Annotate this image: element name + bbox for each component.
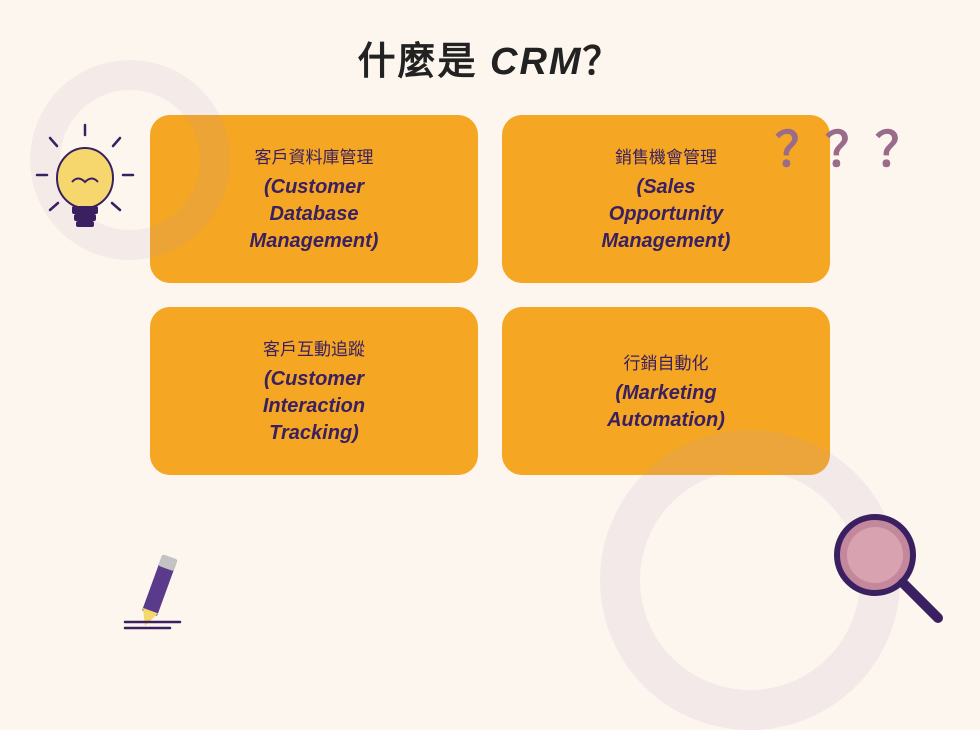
card-db-management-chinese: 客戶資料庫管理	[255, 143, 374, 168]
question-marks-decoration: ？？？	[775, 110, 925, 180]
title-crm: CRM	[490, 41, 583, 83]
card-sales-opportunity-english: (SalesOpportunityManagement)	[602, 174, 731, 255]
card-sales-opportunity-chinese: 銷售機會管理	[615, 143, 717, 168]
title-suffix: ？	[583, 41, 623, 83]
title-prefix: 什麼是	[357, 41, 490, 83]
lightbulb-icon	[30, 120, 140, 250]
card-interaction-tracking-chinese: 客戶互動追蹤	[263, 335, 365, 360]
pencil-icon	[120, 550, 200, 630]
card-interaction-tracking-english: (CustomerInteractionTracking)	[263, 366, 365, 447]
card-marketing-automation-english: (MarketingAutomation)	[607, 380, 725, 434]
cards-grid: 客戶資料庫管理 (CustomerDatabaseManagement) 銷售機…	[150, 115, 830, 475]
card-db-management-english: (CustomerDatabaseManagement)	[250, 174, 379, 255]
magnifier-icon	[820, 500, 950, 630]
card-marketing-automation-chinese: 行銷自動化	[624, 349, 709, 374]
card-interaction-tracking: 客戶互動追蹤 (CustomerInteractionTracking)	[150, 307, 478, 475]
